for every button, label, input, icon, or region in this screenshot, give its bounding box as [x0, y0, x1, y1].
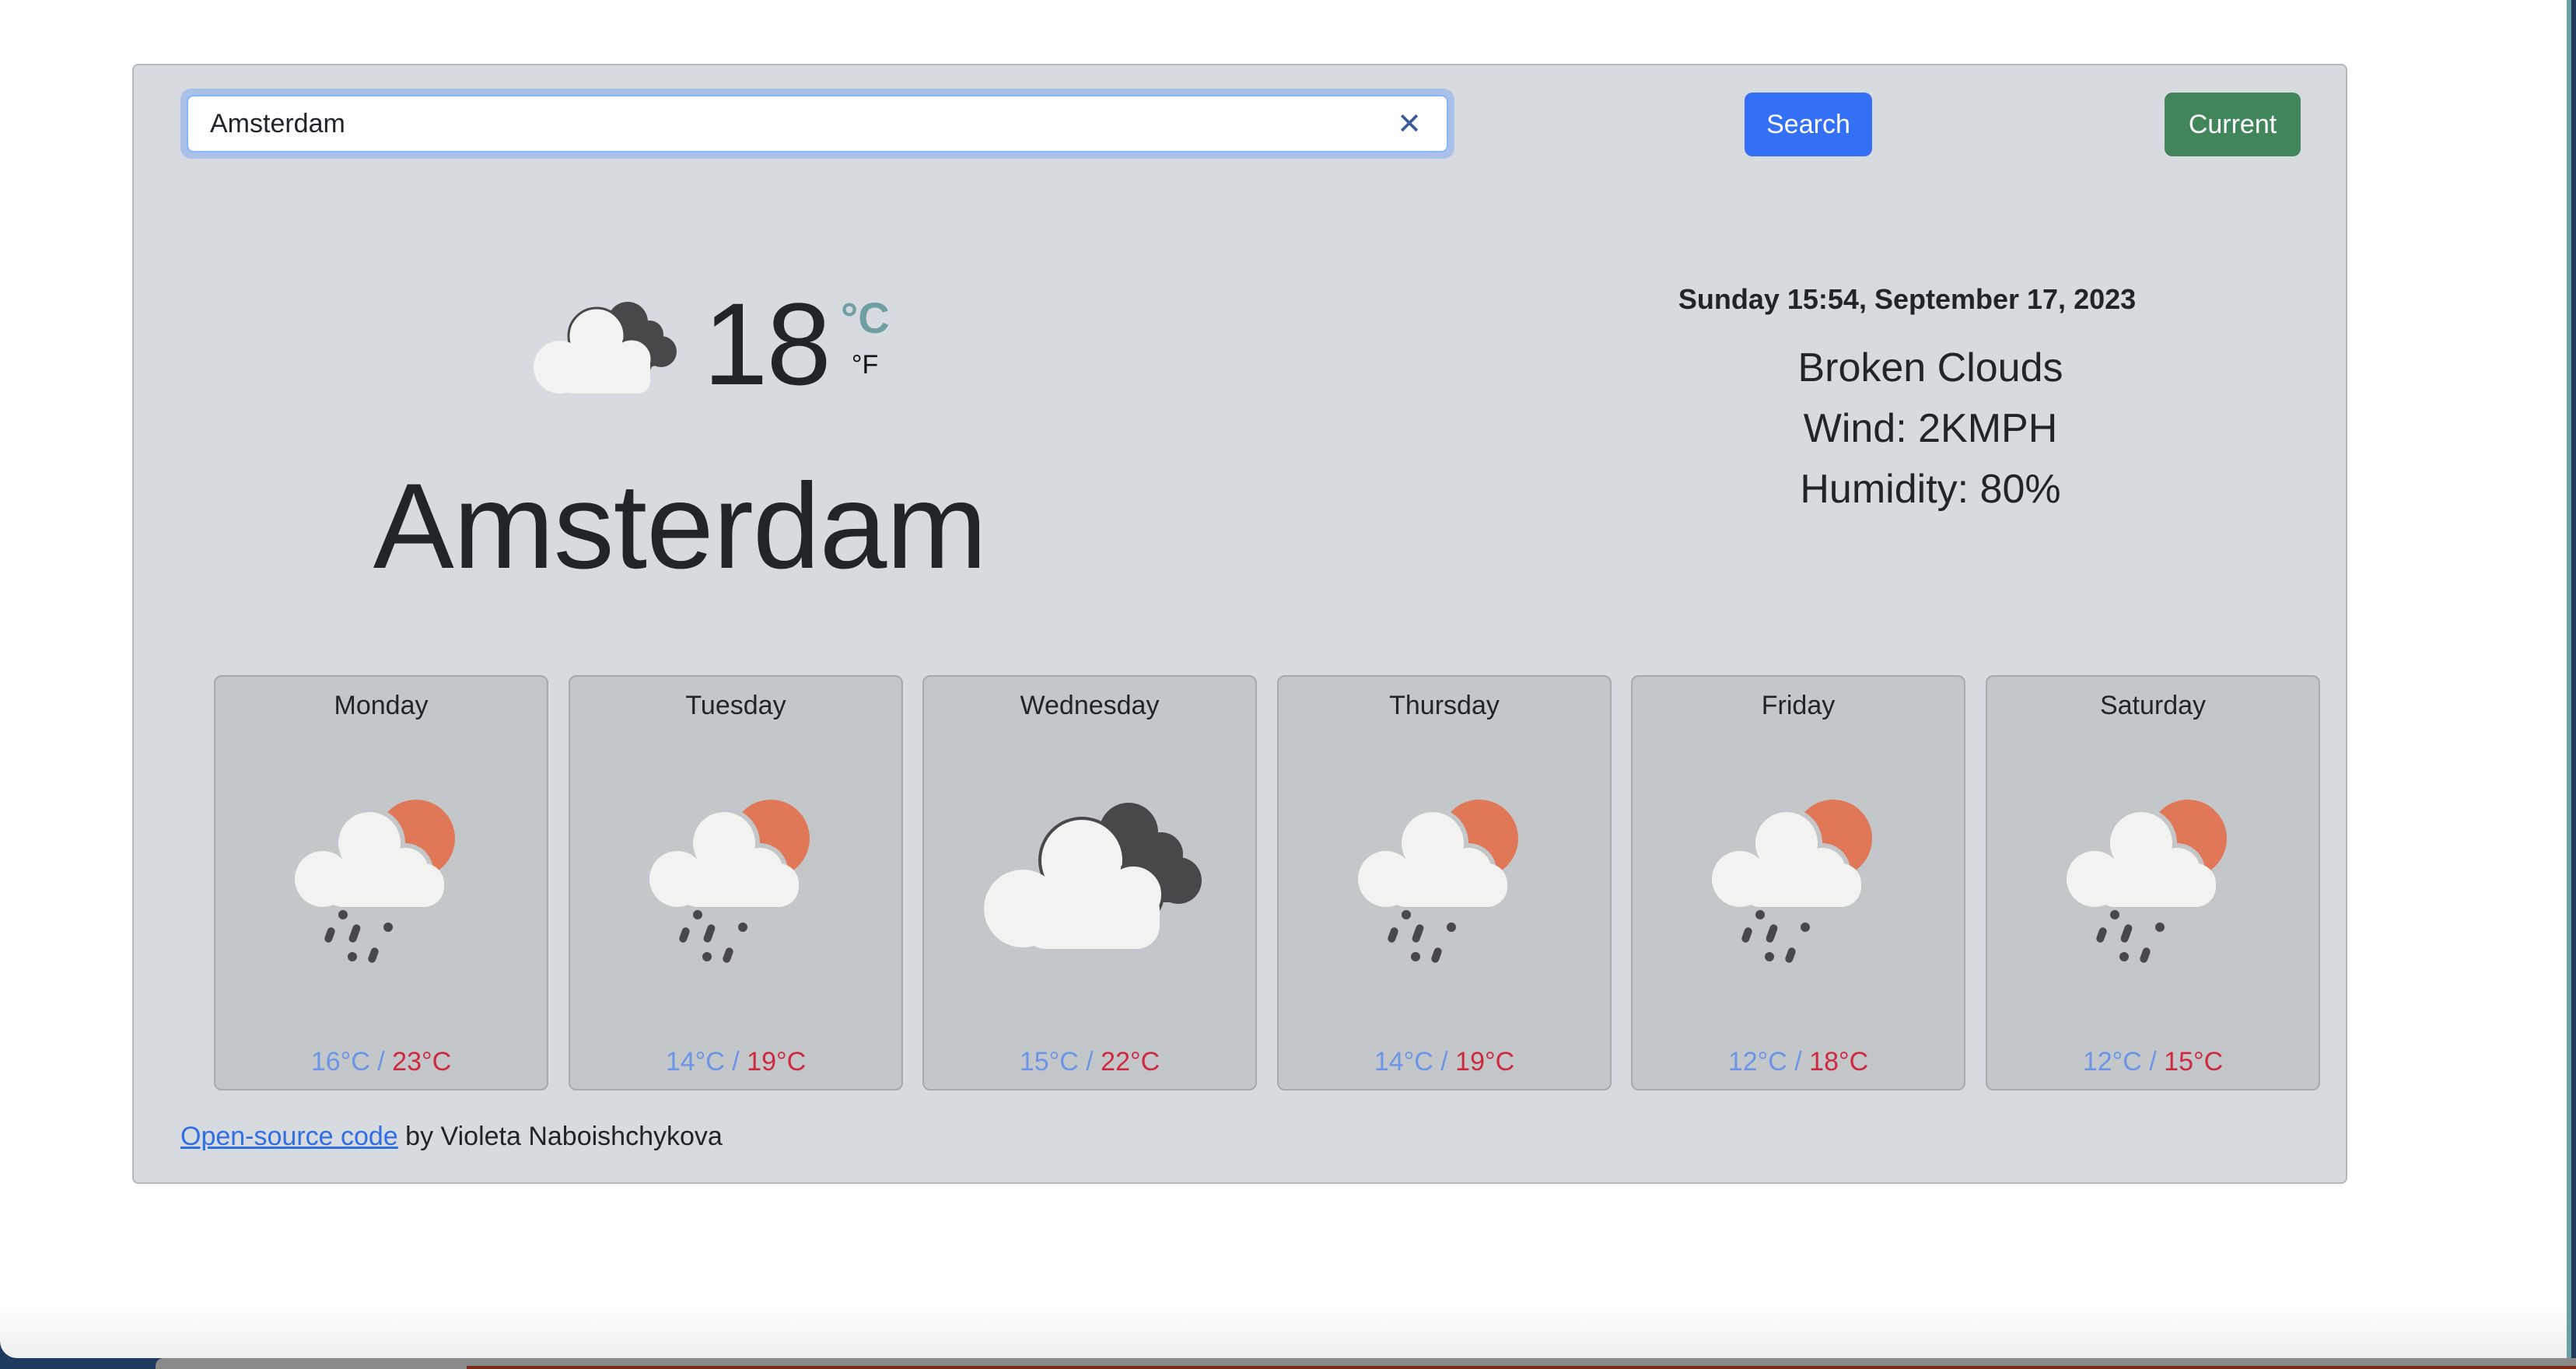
- forecast-temps: 14°C / 19°C: [1279, 1047, 1610, 1077]
- current-location-button[interactable]: Current: [2165, 93, 2301, 156]
- forecast-temps: 15°C / 22°C: [924, 1047, 1255, 1077]
- temp-separator: /: [1078, 1047, 1101, 1077]
- forecast-temps: 16°C / 23°C: [215, 1047, 547, 1077]
- wind-speed: Wind: 2KMPH: [1803, 406, 2058, 451]
- forecast-min-temp: 12°C: [1727, 1047, 1787, 1077]
- forecast-day: Thursday: [1389, 691, 1500, 720]
- browser-window: Amsterdam ✕ Search Current 18 °C °F Amst…: [0, 0, 2571, 1358]
- author-credit: by Violeta Naboishchykova: [397, 1122, 723, 1151]
- forecast-min-temp: 16°C: [310, 1047, 370, 1077]
- forecast-icon-wrap: [1633, 793, 1964, 965]
- forecast-max-temp: 23°C: [392, 1047, 452, 1077]
- forecast-max-temp: 22°C: [1101, 1047, 1160, 1077]
- weather-details: Sunday 15:54, September 17, 2023 Broken …: [1378, 283, 2483, 520]
- celsius-toggle[interactable]: °C: [841, 292, 890, 343]
- forecast-day: Monday: [334, 691, 429, 720]
- forecast-min-temp: 12°C: [2082, 1047, 2142, 1077]
- footer: Open-source code by Violeta Naboishchyko…: [180, 1122, 723, 1152]
- forecast-max-temp: 18°C: [1809, 1047, 1869, 1077]
- humidity: Humidity: 80%: [1800, 467, 2061, 512]
- forecast-max-temp: 19°C: [1455, 1047, 1515, 1077]
- forecast-max-temp: 19°C: [747, 1047, 807, 1077]
- rain-sun-icon: [649, 800, 810, 963]
- forecast-card: Wednesday 15°C / 22°C: [922, 675, 1257, 1091]
- forecast-day: Saturday: [2099, 691, 2207, 720]
- forecast-min-temp: 14°C: [1374, 1047, 1433, 1077]
- forecast-day: Tuesday: [685, 691, 786, 720]
- current-temperature-row: 18 °C °F: [523, 285, 903, 402]
- forecast-card: Thursday 14°C / 19°C: [1277, 675, 1612, 1091]
- city-search-input[interactable]: Amsterdam ✕: [187, 95, 1448, 152]
- temp-separator: /: [1433, 1047, 1456, 1077]
- search-button[interactable]: Search: [1745, 93, 1872, 156]
- rain-sun-icon: [2067, 800, 2227, 963]
- source-code-link[interactable]: Open-source code: [180, 1122, 398, 1151]
- broken-clouds-icon: [534, 302, 677, 394]
- search-input-value[interactable]: Amsterdam: [210, 109, 1394, 139]
- temp-separator: /: [724, 1047, 747, 1077]
- city-name: Amsterdam: [373, 459, 988, 594]
- search-field-wrapper: Amsterdam ✕: [180, 89, 1454, 159]
- forecast-card: Friday 12°C / 18°C: [1631, 675, 1965, 1091]
- rain-sun-icon: [1712, 800, 1872, 963]
- forecast-card: Monday 16°C / 23°C: [214, 675, 548, 1091]
- window-edge: [2567, 0, 2571, 1358]
- forecast-icon-wrap: [924, 793, 1255, 965]
- current-datetime: Sunday 15:54, September 17, 2023: [1678, 283, 2137, 315]
- desktop-background: [467, 1366, 2576, 1369]
- rain-sun-icon: [1358, 800, 1518, 963]
- forecast-icon-wrap: [1987, 793, 2319, 965]
- forecast-icon-wrap: [1279, 793, 1610, 965]
- fahrenheit-toggle[interactable]: °F: [852, 350, 878, 380]
- unit-toggle: °C °F: [841, 289, 903, 398]
- current-temperature: 18: [703, 278, 831, 409]
- forecast-card: Saturday 12°C / 15°C: [1986, 675, 2320, 1091]
- forecast-min-temp: 14°C: [665, 1047, 725, 1077]
- forecast-day: Friday: [1761, 691, 1836, 720]
- close-icon[interactable]: ✕: [1394, 107, 1425, 142]
- forecast-min-temp: 15°C: [1019, 1047, 1079, 1077]
- broken-clouds-icon: [984, 803, 1202, 949]
- forecast-card: Tuesday 14°C / 19°C: [569, 675, 903, 1091]
- forecast-icon-wrap: [570, 793, 901, 965]
- weather-app-card: Amsterdam ✕ Search Current 18 °C °F Amst…: [132, 64, 2347, 1184]
- forecast-icon-wrap: [215, 793, 547, 965]
- temp-separator: /: [1787, 1047, 1810, 1077]
- forecast-temps: 12°C / 18°C: [1633, 1047, 1964, 1077]
- forecast-temps: 14°C / 19°C: [570, 1047, 901, 1077]
- forecast-day: Wednesday: [1020, 691, 1160, 720]
- temp-separator: /: [2141, 1047, 2165, 1077]
- weather-description: Broken Clouds: [1797, 345, 2063, 390]
- rain-sun-icon: [295, 800, 455, 963]
- forecast-max-temp: 15°C: [2164, 1047, 2224, 1077]
- forecast-temps: 12°C / 15°C: [1987, 1047, 2319, 1077]
- temp-separator: /: [369, 1047, 393, 1077]
